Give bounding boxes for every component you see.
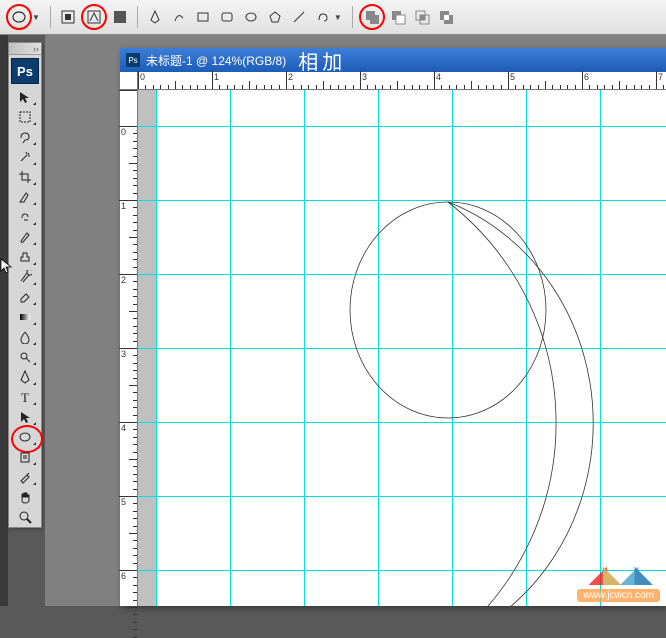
- blur-tool[interactable]: [11, 327, 39, 347]
- pen-tool[interactable]: [11, 367, 39, 387]
- history-brush-tool[interactable]: [11, 267, 39, 287]
- path-shapes: [138, 90, 666, 606]
- ruler-tick: [582, 71, 583, 89]
- tools-panel: ›› Ps T: [8, 42, 42, 528]
- rectangle-icon[interactable]: [192, 6, 214, 28]
- title-bar[interactable]: Ps 未标题-1 @ 124%(RGB/8) 相加: [120, 48, 666, 72]
- ruler-number: 3: [121, 349, 126, 359]
- dock-strip: [0, 35, 8, 606]
- mode-fill-pixels-icon[interactable]: [109, 6, 131, 28]
- watermark-url: www.jcwcn.com: [577, 589, 660, 602]
- ruler-number: 2: [288, 72, 293, 82]
- line-icon[interactable]: [288, 6, 310, 28]
- stamp-tool[interactable]: [11, 247, 39, 267]
- canvas[interactable]: ◢◣ ◢◣ www.jcwcn.com: [138, 90, 666, 606]
- notes-tool[interactable]: [11, 447, 39, 467]
- eyedropper-tool[interactable]: [11, 467, 39, 487]
- ruler-horizontal[interactable]: 0 1 2 3 4 5 6 7: [138, 72, 666, 90]
- ruler-corner: [120, 72, 138, 90]
- ruler-number: 6: [121, 571, 126, 581]
- mode-paths-icon[interactable]: [81, 4, 107, 30]
- ruler-number: 3: [362, 72, 367, 82]
- exclude-shape-icon[interactable]: [435, 6, 457, 28]
- freeform-pen-icon[interactable]: [168, 6, 190, 28]
- lasso-tool[interactable]: [11, 127, 39, 147]
- ruler-number: 1: [121, 201, 126, 211]
- document-title: 未标题-1 @ 124%(RGB/8): [146, 52, 286, 69]
- crop-tool[interactable]: [11, 167, 39, 187]
- ruler-tick: [656, 71, 657, 89]
- ruler-tick: [286, 71, 287, 89]
- hand-tool[interactable]: [11, 487, 39, 507]
- options-bar: ▼ ▼: [0, 0, 666, 35]
- doc-icon: Ps: [126, 53, 140, 67]
- ruler-number: 0: [121, 127, 126, 137]
- ellipse-icon[interactable]: [240, 6, 262, 28]
- ruler-number: 5: [121, 497, 126, 507]
- ruler-tick: [434, 71, 435, 89]
- separator: [50, 6, 51, 28]
- ruler-number: 7: [658, 72, 663, 82]
- watermark: ◢◣ ◢◣ www.jcwcn.com: [577, 560, 660, 602]
- separator: [137, 6, 138, 28]
- ruler-number: 0: [140, 72, 145, 82]
- polygon-icon[interactable]: [264, 6, 286, 28]
- annotation-text: 相加: [298, 46, 346, 75]
- move-tool[interactable]: [11, 87, 39, 107]
- ruler-number: 1: [214, 72, 219, 82]
- ruler-tick: [138, 71, 139, 89]
- tools-panel-header[interactable]: ››: [9, 43, 41, 55]
- eraser-tool[interactable]: [11, 287, 39, 307]
- type-tool[interactable]: T: [11, 387, 39, 407]
- zoom-tool[interactable]: [11, 507, 39, 527]
- custom-shape-icon[interactable]: [312, 6, 334, 28]
- ruler-number: 5: [510, 72, 515, 82]
- ellipse-shape-tool[interactable]: [11, 427, 39, 447]
- marquee-tool[interactable]: [11, 107, 39, 127]
- cursor-arrow-icon: [0, 258, 14, 277]
- brush-tool[interactable]: [11, 227, 39, 247]
- gradient-tool[interactable]: [11, 307, 39, 327]
- ruler-tick: [360, 71, 361, 89]
- add-to-shape-icon[interactable]: [359, 4, 385, 30]
- tool-preset-ellipse[interactable]: [6, 4, 32, 30]
- document-window: Ps 未标题-1 @ 124%(RGB/8) 相加 0 1 2 3 4 5 6 7 0 1 2 3 4…: [120, 48, 666, 606]
- watermark-logo-icon: ◢◣ ◢◣: [577, 560, 660, 589]
- pen-icon[interactable]: [144, 6, 166, 28]
- shape-options-dropdown-icon[interactable]: ▼: [334, 13, 342, 22]
- heal-tool[interactable]: [11, 207, 39, 227]
- ruler-number: 4: [436, 72, 441, 82]
- subtract-from-shape-icon[interactable]: [387, 6, 409, 28]
- ps-logo: Ps: [11, 58, 39, 84]
- dodge-tool[interactable]: [11, 347, 39, 367]
- ruler-number: 2: [121, 275, 126, 285]
- tool-preset-dropdown-icon[interactable]: ▼: [32, 13, 40, 22]
- separator: [352, 6, 353, 28]
- ruler-tick: [508, 71, 509, 89]
- slice-tool[interactable]: [11, 187, 39, 207]
- wand-tool[interactable]: [11, 147, 39, 167]
- svg-text:T: T: [21, 390, 29, 404]
- ruler-tick: [212, 71, 213, 89]
- intersect-shape-icon[interactable]: [411, 6, 433, 28]
- ruler-number: 4: [121, 423, 126, 433]
- mode-shape-layers-icon[interactable]: [57, 6, 79, 28]
- path-select-tool[interactable]: [11, 407, 39, 427]
- ruler-vertical[interactable]: 0 1 2 3 4 5 6: [120, 90, 138, 606]
- ruler-number: 6: [584, 72, 589, 82]
- rounded-rect-icon[interactable]: [216, 6, 238, 28]
